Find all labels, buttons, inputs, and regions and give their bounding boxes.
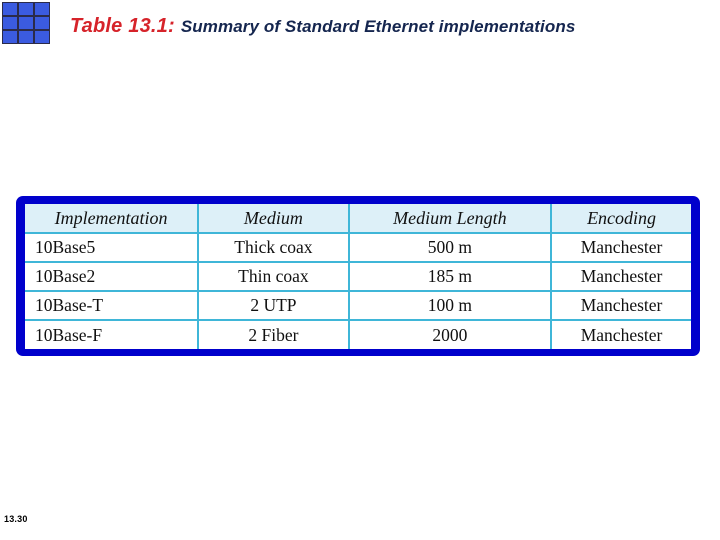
cell-encoding: Manchester — [551, 291, 691, 321]
column-header-implementation: Implementation — [25, 204, 200, 234]
cell-implementation: 10Base5 — [25, 233, 200, 263]
cell-encoding: Manchester — [551, 233, 691, 263]
cell-implementation: 10Base-F — [25, 320, 200, 349]
cell-medium-length: 2000 — [348, 320, 553, 349]
table-row: 10Base-F 2 Fiber 2000 Manchester — [25, 320, 691, 349]
table-inner: Implementation Medium Medium Length Enco… — [25, 204, 691, 349]
slide-page-number: 13.30 — [4, 514, 28, 524]
cell-medium-length: 100 m — [348, 291, 553, 321]
table-frame: Implementation Medium Medium Length Enco… — [16, 196, 700, 356]
grid-logo-cell — [35, 17, 49, 29]
grid-logo-cell — [35, 31, 49, 43]
grid-logo-cell — [3, 31, 17, 43]
cell-implementation: 10Base2 — [25, 262, 200, 292]
page-title-label: Table 13.1: — [70, 15, 175, 37]
table-row: 10Base2 Thin coax 185 m Manchester — [25, 262, 691, 292]
cell-medium: Thin coax — [198, 262, 350, 292]
page-title-text: Summary of Standard Ethernet implementat… — [180, 17, 576, 36]
cell-medium: 2 Fiber — [198, 320, 350, 349]
ethernet-implementations-table: Implementation Medium Medium Length Enco… — [25, 204, 691, 349]
table-header-row: Implementation Medium Medium Length Enco… — [25, 204, 691, 234]
table-row: 10Base5 Thick coax 500 m Manchester — [25, 233, 691, 263]
column-header-encoding: Encoding — [551, 204, 691, 234]
table-row: 10Base-T 2 UTP 100 m Manchester — [25, 291, 691, 321]
column-header-medium: Medium — [198, 204, 350, 234]
grid-logo-cell — [35, 3, 49, 15]
cell-encoding: Manchester — [551, 320, 691, 349]
page-title: Table 13.1: Summary of Standard Ethernet … — [70, 12, 700, 40]
cell-medium: Thick coax — [198, 233, 350, 263]
grid-logo-cell — [3, 17, 17, 29]
cell-medium-length: 185 m — [348, 262, 553, 292]
grid-logo-cell — [19, 3, 33, 15]
grid-logo-cell — [19, 17, 33, 29]
grid-logo-cell — [19, 31, 33, 43]
grid-logo — [2, 2, 50, 44]
cell-implementation: 10Base-T — [25, 291, 200, 321]
cell-encoding: Manchester — [551, 262, 691, 292]
grid-logo-cell — [3, 3, 17, 15]
column-header-medium-length: Medium Length — [348, 204, 553, 234]
cell-medium-length: 500 m — [348, 233, 553, 263]
cell-medium: 2 UTP — [198, 291, 350, 321]
